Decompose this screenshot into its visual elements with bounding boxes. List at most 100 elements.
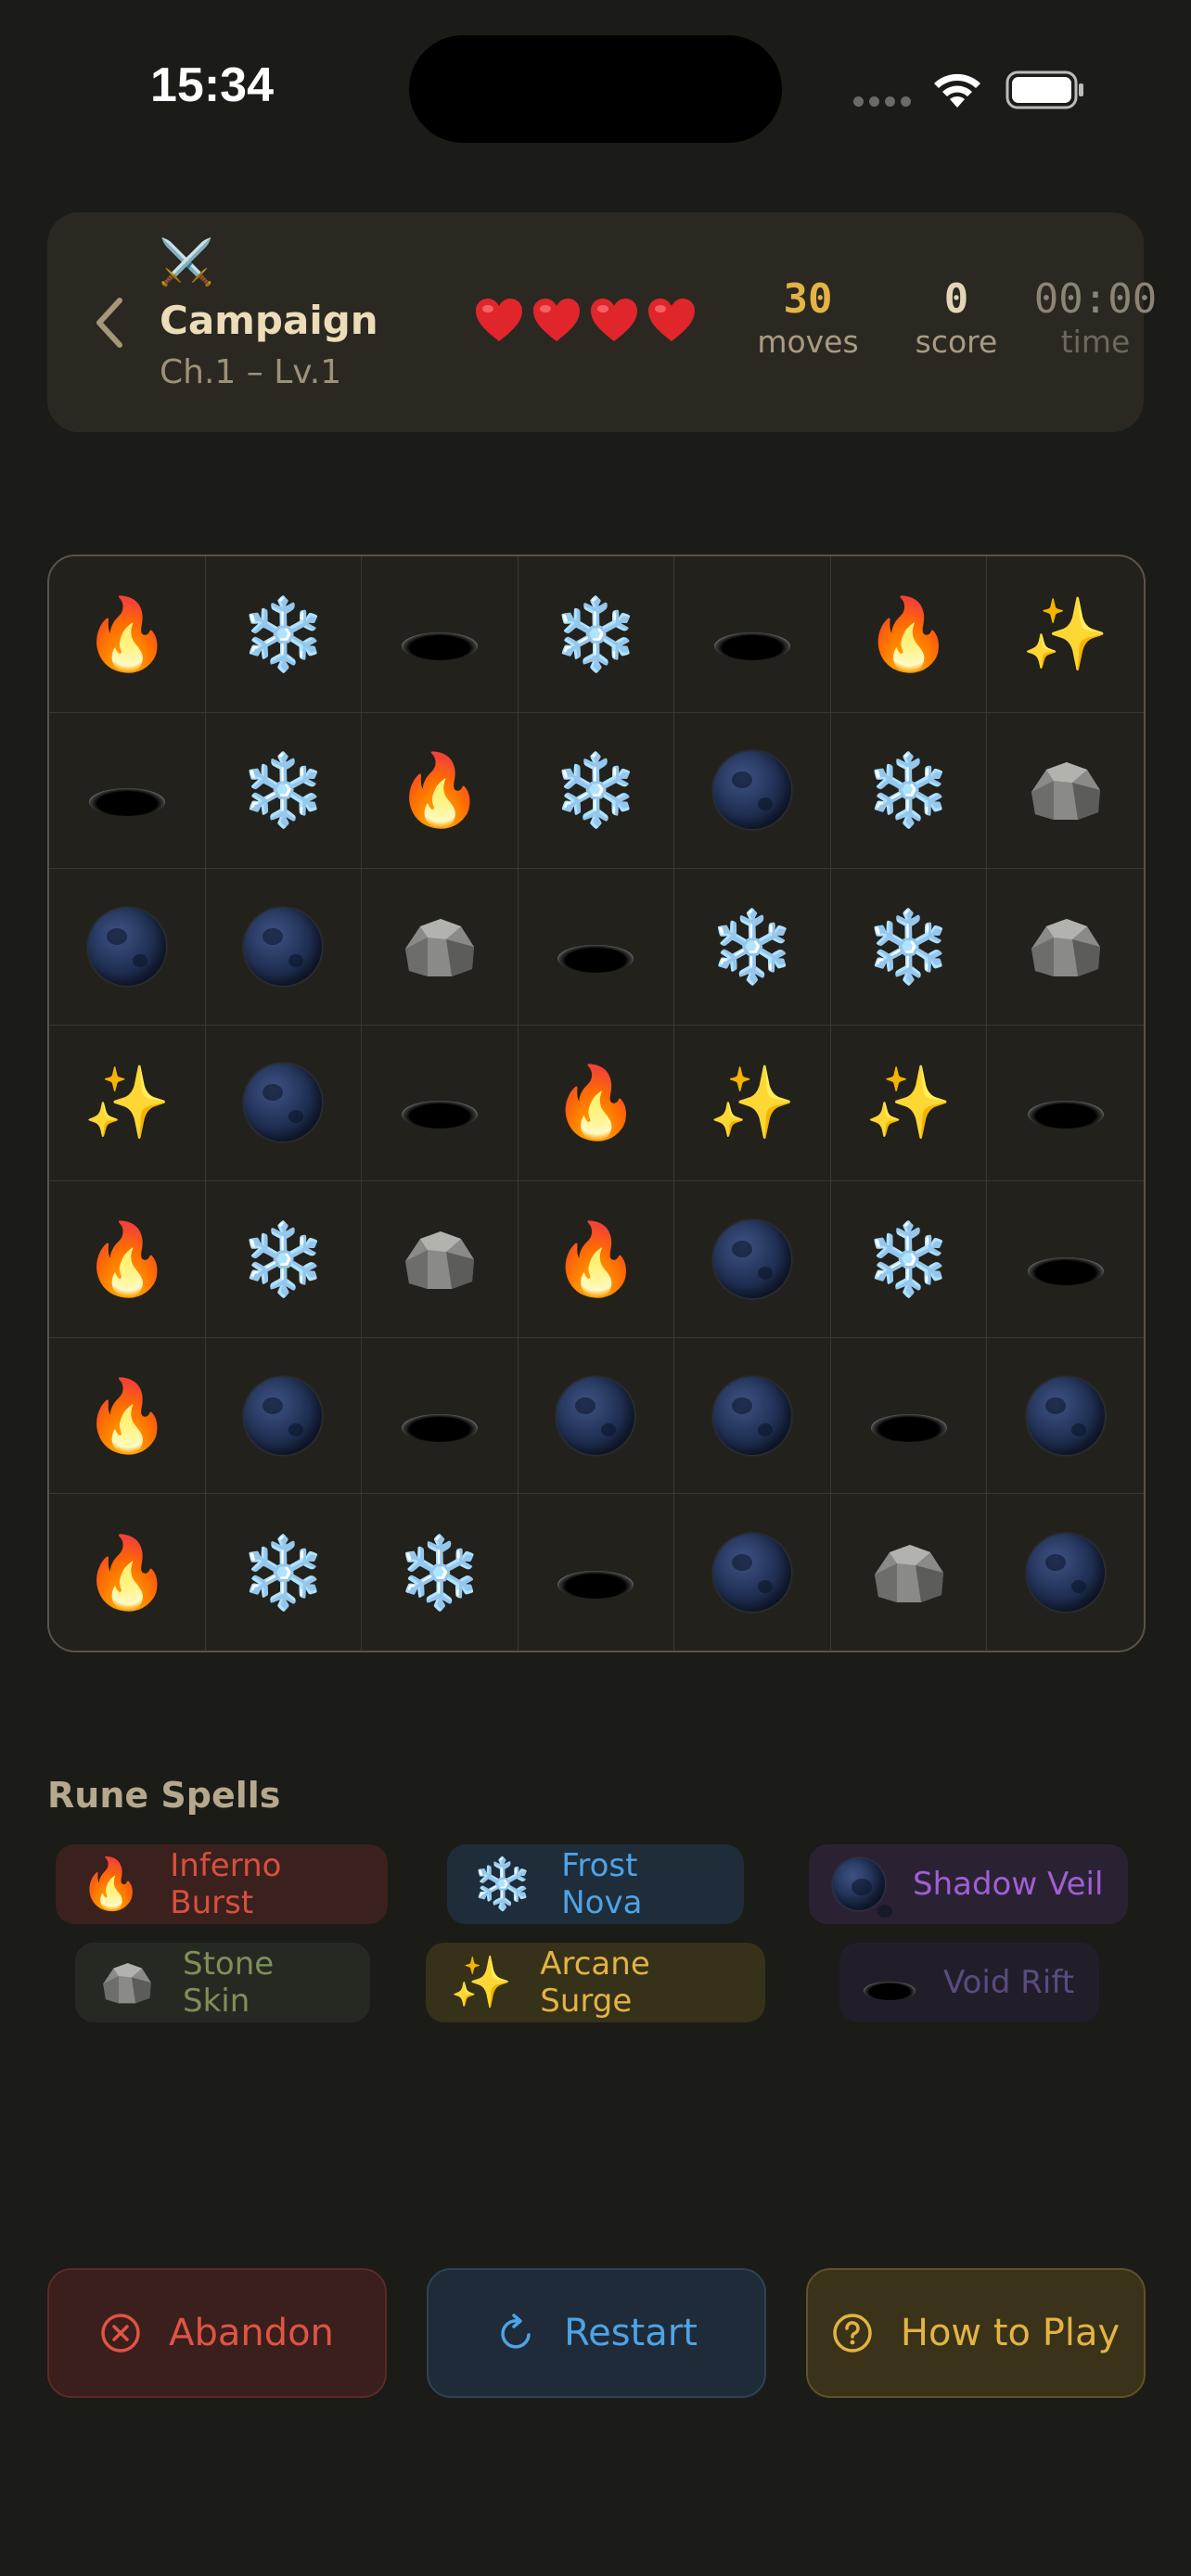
moon-icon — [87, 907, 166, 986]
board-cell[interactable] — [987, 1181, 1144, 1338]
board-cell[interactable] — [674, 556, 831, 713]
snowflake-icon: ❄️ — [239, 1218, 327, 1301]
back-button[interactable] — [81, 290, 136, 355]
board-cell[interactable]: 🔥 — [362, 712, 519, 870]
board-cell[interactable] — [519, 1494, 675, 1651]
board-cell[interactable]: ✨ — [674, 1025, 831, 1182]
snowflake-icon: ❄️ — [471, 1855, 534, 1913]
board-cell[interactable] — [674, 1181, 831, 1338]
fire-icon: 🔥 — [864, 592, 953, 675]
board-cell[interactable]: ❄️ — [830, 1181, 988, 1338]
board-cell[interactable]: ❄️ — [518, 556, 675, 713]
snowflake-icon: ❄️ — [552, 748, 640, 832]
board-cell[interactable] — [205, 869, 363, 1026]
moon-icon — [833, 1858, 892, 1918]
board-cell[interactable]: ❄️ — [205, 1181, 363, 1338]
fire-icon: 🔥 — [552, 1218, 640, 1301]
board-cell[interactable]: ❄️ — [518, 712, 675, 870]
spell-inferno-burst[interactable]: 🔥 Inferno Burst — [56, 1844, 388, 1924]
hole-icon — [864, 1965, 916, 2000]
board-cell[interactable] — [362, 869, 519, 1026]
board-cell[interactable]: ✨ — [987, 556, 1144, 713]
abandon-label: Abandon — [169, 2312, 334, 2354]
board-cell[interactable] — [987, 1494, 1144, 1651]
board-cell[interactable]: ✨ — [830, 1025, 988, 1182]
spell-label: Inferno Burst — [170, 1847, 282, 1921]
board-cell[interactable] — [674, 1494, 831, 1651]
spell-arcane-surge[interactable]: ✨ Arcane Surge — [426, 1943, 765, 2022]
snowflake-icon: ❄️ — [864, 904, 953, 988]
fire-icon: 🔥 — [80, 1855, 143, 1913]
board-cell[interactable] — [205, 1337, 363, 1495]
board-cell[interactable]: ❄️ — [362, 1494, 519, 1651]
refresh-icon — [495, 2313, 536, 2353]
board-cell[interactable]: ✨ — [49, 1025, 206, 1182]
rock-icon — [1026, 912, 1106, 982]
wifi-icon — [934, 73, 980, 108]
sparkles-icon: ✨ — [1021, 592, 1110, 675]
rock-icon — [1026, 755, 1106, 825]
rock-icon — [869, 1537, 949, 1608]
board-cell[interactable]: ❄️ — [206, 1494, 363, 1651]
board-cell[interactable] — [987, 713, 1144, 870]
rock-icon — [400, 1224, 480, 1294]
lives-hearts — [474, 298, 697, 344]
board-cell[interactable]: 🔥 — [49, 1337, 206, 1495]
spell-shadow-veil[interactable]: Shadow Veil — [809, 1844, 1128, 1924]
spells-title: Rune Spells — [47, 1775, 281, 1816]
heart-icon — [476, 299, 522, 341]
board-cell[interactable] — [987, 1026, 1144, 1182]
hole-icon — [557, 1570, 634, 1599]
board-cell[interactable]: ❄️ — [674, 869, 831, 1026]
board-cell[interactable]: ❄️ — [205, 712, 363, 870]
board-cell[interactable] — [362, 1337, 519, 1495]
board-cell[interactable]: 🔥 — [49, 1494, 206, 1651]
fire-icon: 🔥 — [83, 1530, 172, 1613]
board-cell[interactable] — [362, 1181, 519, 1338]
board-cell[interactable] — [362, 1025, 519, 1182]
board-cell[interactable]: ❄️ — [830, 869, 988, 1026]
board-cell[interactable] — [205, 1025, 363, 1182]
board-cell[interactable] — [518, 1337, 675, 1495]
board-cell[interactable]: ❄️ — [205, 556, 363, 713]
question-circle-icon — [832, 2313, 873, 2353]
restart-button[interactable]: Restart — [427, 2268, 766, 2398]
snowflake-icon: ❄️ — [239, 748, 327, 832]
hole-icon — [714, 631, 791, 660]
hole-icon — [401, 1101, 478, 1129]
board-cell[interactable] — [987, 869, 1144, 1026]
spell-stone-skin[interactable]: Stone Skin — [75, 1943, 370, 2022]
board-cell[interactable] — [518, 869, 675, 1026]
moon-icon — [244, 907, 323, 986]
time-stat: 00:00 time — [984, 275, 1191, 361]
board-cell[interactable] — [49, 869, 206, 1026]
hole-icon — [870, 1413, 947, 1442]
board-cell[interactable]: ❄️ — [830, 712, 988, 870]
heart-icon — [591, 299, 637, 341]
board-cell[interactable] — [987, 1338, 1144, 1495]
fire-icon: 🔥 — [83, 1218, 172, 1301]
board-cell[interactable]: 🔥 — [518, 1181, 675, 1338]
board-cell[interactable] — [674, 712, 831, 870]
status-time: 15:34 — [150, 58, 274, 112]
spell-frost-nova[interactable]: ❄️ Frost Nova — [447, 1844, 744, 1924]
hole-icon — [557, 944, 634, 973]
board-cell[interactable]: 🔥 — [49, 556, 206, 713]
board-cell[interactable]: 🔥 — [518, 1025, 675, 1182]
restart-label: Restart — [564, 2312, 698, 2354]
board-cell[interactable] — [831, 1494, 988, 1651]
board-cell[interactable] — [362, 556, 519, 713]
how-to-play-button[interactable]: How to Play — [806, 2268, 1146, 2398]
abandon-button[interactable]: Abandon — [47, 2268, 387, 2398]
spell-label: Frost Nova — [561, 1847, 643, 1921]
board-cell[interactable] — [674, 1337, 831, 1495]
heart-icon — [533, 299, 580, 341]
board-cell[interactable]: 🔥 — [49, 1181, 206, 1338]
board-cell[interactable] — [49, 712, 206, 870]
spell-void-rift[interactable]: Void Rift — [839, 1943, 1099, 2022]
moon-icon — [1026, 1533, 1105, 1612]
hole-icon — [401, 631, 478, 660]
board-cell[interactable] — [830, 1337, 988, 1495]
spell-label: Stone Skin — [183, 1945, 275, 2020]
board-cell[interactable]: 🔥 — [830, 556, 988, 713]
